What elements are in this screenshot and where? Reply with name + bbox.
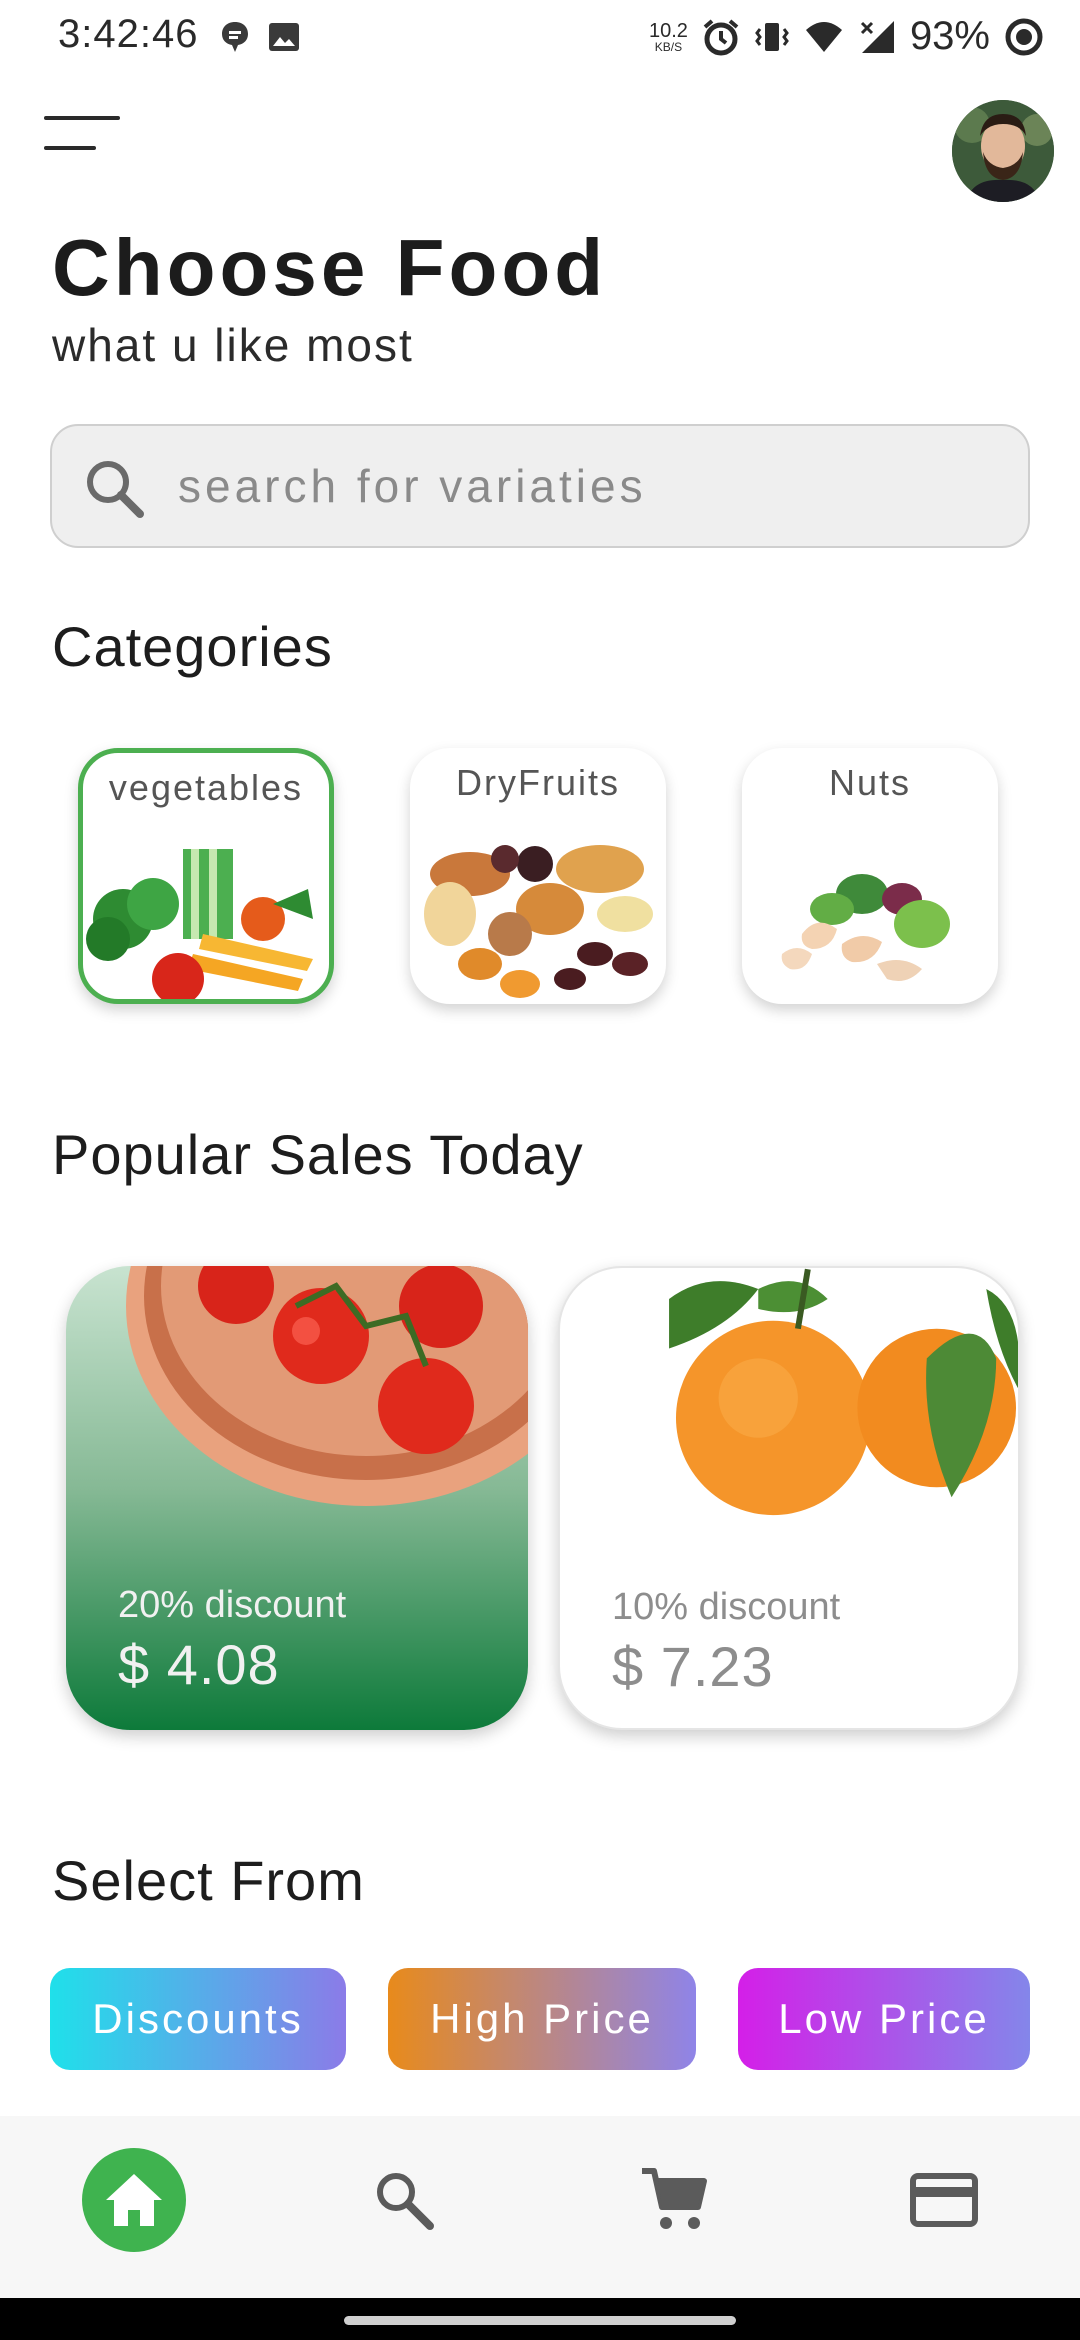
page-subtitle: what u like most xyxy=(52,319,414,371)
signal-icon xyxy=(860,20,894,53)
status-bar: 3:42:46 10.2 KB/S 93% xyxy=(0,0,1080,80)
search-bar[interactable] xyxy=(50,424,1030,548)
search-icon xyxy=(377,2173,434,2230)
home-icon xyxy=(106,2174,162,2226)
menu-icon[interactable] xyxy=(40,112,126,158)
bottom-navigation xyxy=(0,2116,1080,2298)
cart-icon xyxy=(642,2168,707,2229)
sale-discount: 10% discount xyxy=(612,1586,841,1628)
low-price-button[interactable]: Low Price xyxy=(738,1968,1030,2070)
tomatoes-image xyxy=(126,1266,528,1506)
network-speed: 10.2 KB/S xyxy=(649,19,688,54)
system-navigation-bar xyxy=(0,2298,1080,2340)
category-dryfruits[interactable]: DryFruits xyxy=(410,748,666,1004)
sale-card-tomatoes[interactable]: 20% discount $ 4.08 xyxy=(66,1266,528,1730)
battery-level: 93% xyxy=(909,14,990,58)
nav-payment[interactable] xyxy=(892,2148,996,2252)
search-icon xyxy=(87,461,144,518)
popular-sales-title: Popular Sales Today xyxy=(52,1123,584,1186)
wifi-icon xyxy=(805,21,842,52)
chat-notification-icon xyxy=(222,22,248,52)
avatar[interactable] xyxy=(952,100,1054,202)
battery-saver-icon xyxy=(1005,18,1043,55)
category-label: Nuts xyxy=(828,762,912,803)
oranges-image xyxy=(669,1268,1018,1516)
categories-title: Categories xyxy=(52,615,333,678)
vegetables-image xyxy=(86,849,313,999)
home-indicator[interactable] xyxy=(344,2316,736,2325)
category-label: DryFruits xyxy=(456,762,620,803)
search-input[interactable] xyxy=(178,454,998,518)
profile-photo xyxy=(952,100,1054,202)
category-nuts[interactable]: Nuts xyxy=(742,748,998,1004)
sale-card-oranges[interactable]: 10% discount $ 7.23 xyxy=(558,1266,1020,1730)
page-title: Choose Food xyxy=(52,223,608,312)
nav-cart[interactable] xyxy=(622,2148,726,2252)
nuts-image xyxy=(781,874,950,982)
dryfruits-image xyxy=(424,845,653,998)
discounts-button[interactable]: Discounts xyxy=(50,1968,346,2070)
nav-search[interactable] xyxy=(352,2148,456,2252)
sale-discount: 20% discount xyxy=(118,1584,347,1626)
category-vegetables[interactable]: vegetables xyxy=(78,748,334,1004)
credit-card-icon xyxy=(910,2173,978,2227)
select-from-title: Select From xyxy=(52,1849,365,1912)
sale-price: $ 7.23 xyxy=(612,1635,774,1698)
alarm-icon xyxy=(703,18,739,55)
status-time: 3:42:46 xyxy=(58,12,199,56)
image-notification-icon xyxy=(269,23,299,51)
nav-home[interactable] xyxy=(82,2148,186,2252)
vibrate-icon xyxy=(755,22,789,51)
category-label: vegetables xyxy=(108,767,304,808)
high-price-button[interactable]: High Price xyxy=(388,1968,696,2070)
sale-price: $ 4.08 xyxy=(118,1633,280,1696)
